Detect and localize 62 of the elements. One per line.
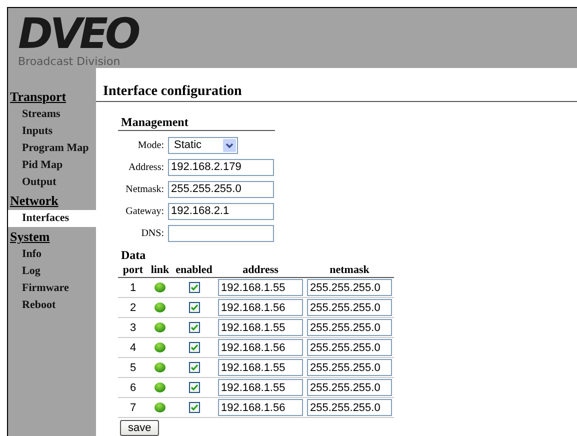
column-header: link xyxy=(150,264,170,276)
field-label: Netmask: xyxy=(124,184,165,194)
netmask-field[interactable]: 255.255.255.0 xyxy=(307,359,392,376)
text-field[interactable]: 192.168.2.179 xyxy=(168,158,274,176)
address-field[interactable]: 192.168.1.55 xyxy=(218,279,303,296)
netmask-field[interactable]: 255.255.255.0 xyxy=(307,339,392,356)
nav-item[interactable]: Info xyxy=(8,246,96,263)
nav-item[interactable]: Interfaces xyxy=(8,210,96,227)
port-number: 5 xyxy=(130,362,136,374)
nav-item[interactable]: Firmware xyxy=(8,280,96,297)
port-number: 1 xyxy=(130,282,136,294)
mode-select[interactable]: Static xyxy=(168,136,238,154)
port-number: 4 xyxy=(130,342,136,354)
nav-category[interactable]: System xyxy=(8,227,96,246)
nav-category[interactable]: Transport xyxy=(8,87,96,106)
nav-category[interactable]: Network xyxy=(8,191,96,210)
section-heading: Management xyxy=(118,114,275,131)
text-field[interactable] xyxy=(168,224,274,242)
netmask-field[interactable]: 255.255.255.0 xyxy=(307,399,392,416)
address-field[interactable]: 192.168.1.56 xyxy=(218,299,303,316)
column-header: netmask xyxy=(330,264,370,276)
text-field[interactable]: 255.255.255.0 xyxy=(168,180,274,198)
nav-item[interactable]: Reboot xyxy=(8,297,96,314)
enabled-checkbox[interactable] xyxy=(188,322,200,334)
port-number: 3 xyxy=(130,322,136,334)
nav-item[interactable]: Program Map xyxy=(8,140,96,157)
field-label: Gateway: xyxy=(124,206,165,216)
port-number: 7 xyxy=(130,402,136,414)
page-title: Interface configuration xyxy=(96,83,577,102)
nav-item[interactable]: Streams xyxy=(8,106,96,123)
nav-item[interactable]: Inputs xyxy=(8,123,96,140)
column-header: address xyxy=(242,264,278,276)
nav-item[interactable]: Pid Map xyxy=(8,157,96,174)
section-heading: Data xyxy=(120,247,147,263)
port-number: 6 xyxy=(130,382,136,394)
port-number: 2 xyxy=(130,302,136,314)
enabled-checkbox[interactable] xyxy=(188,302,200,314)
address-field[interactable]: 192.168.1.55 xyxy=(218,359,303,376)
address-field[interactable]: 192.168.1.56 xyxy=(218,339,303,356)
nav-item[interactable]: Log xyxy=(8,263,96,280)
enabled-checkbox[interactable] xyxy=(188,362,200,374)
text-field[interactable]: 192.168.2.1 xyxy=(168,202,274,220)
address-field[interactable]: 192.168.1.56 xyxy=(218,399,303,416)
field-label: Mode: xyxy=(136,140,165,150)
address-field[interactable]: 192.168.1.55 xyxy=(218,379,303,396)
nav-item[interactable]: Output xyxy=(8,174,96,191)
enabled-checkbox[interactable] xyxy=(188,382,200,394)
field-label: Address: xyxy=(127,162,165,172)
column-header: enabled xyxy=(176,264,212,276)
netmask-field[interactable]: 255.255.255.0 xyxy=(307,319,392,336)
field-label: DNS: xyxy=(140,228,165,238)
enabled-checkbox[interactable] xyxy=(188,342,200,354)
enabled-checkbox[interactable] xyxy=(188,282,200,294)
logo-wordmark: DVEO xyxy=(18,14,138,54)
netmask-field[interactable]: 255.255.255.0 xyxy=(307,299,392,316)
netmask-field[interactable]: 255.255.255.0 xyxy=(307,379,392,396)
netmask-field[interactable]: 255.255.255.0 xyxy=(307,279,392,296)
address-field[interactable]: 192.168.1.55 xyxy=(218,319,303,336)
save-button[interactable]: save xyxy=(120,420,160,436)
logo-subtitle: Broadcast Division xyxy=(18,55,122,69)
enabled-checkbox[interactable] xyxy=(188,402,200,414)
column-header: port xyxy=(122,264,144,276)
